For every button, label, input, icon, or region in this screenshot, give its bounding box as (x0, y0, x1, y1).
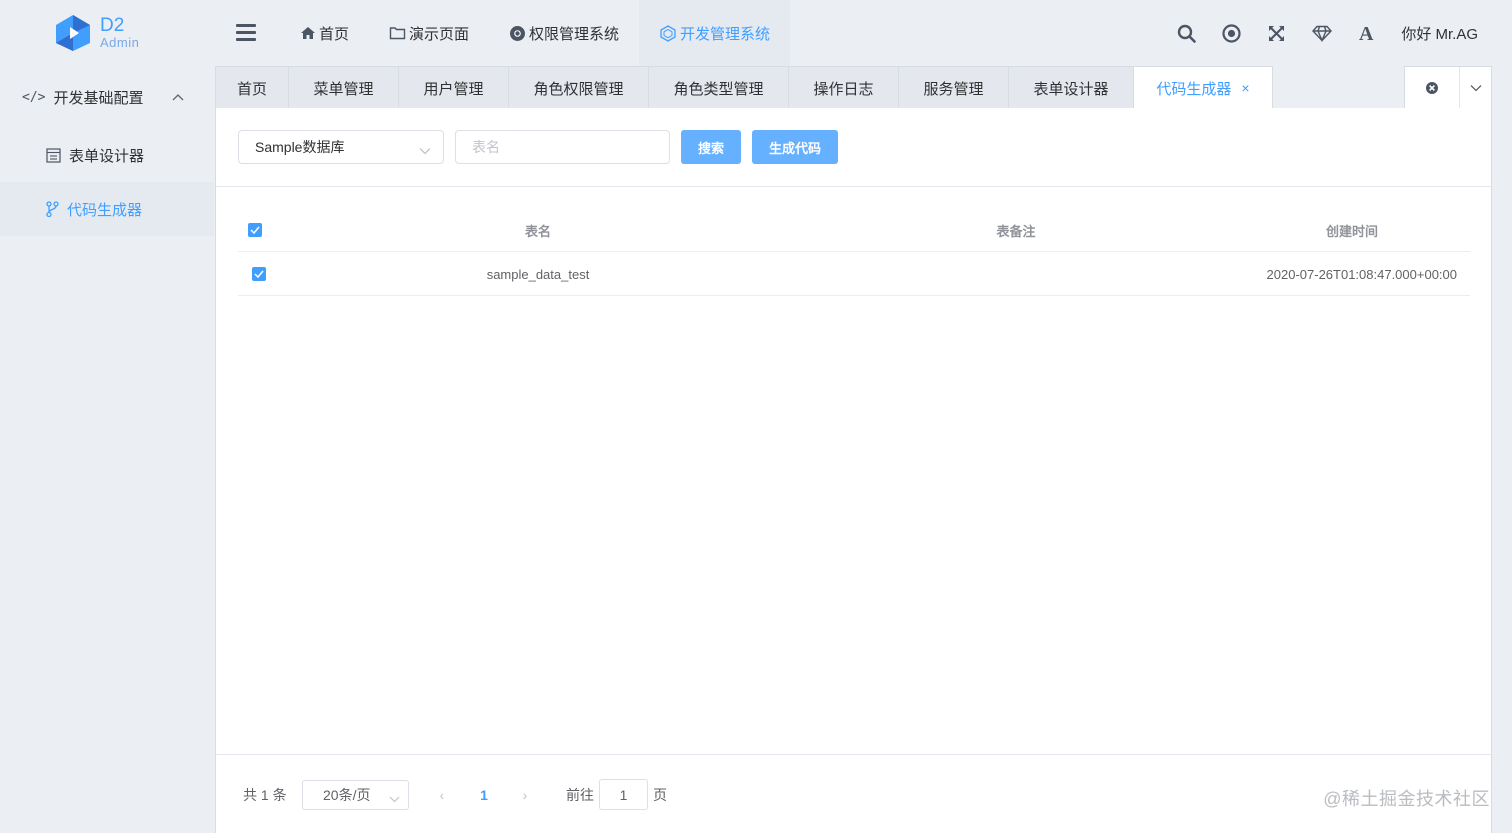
sidebar-item-label: 表单设计器 (69, 147, 145, 165)
page-size-value: 20条/页 (323, 787, 371, 803)
column-header-created[interactable]: 创建时间 (1234, 208, 1470, 252)
tab-label: 角色权限管理 (533, 80, 624, 98)
database-select-value: Sample数据库 (255, 139, 345, 155)
sidebar-item-form-designer[interactable]: 表单设计器 (0, 128, 214, 182)
select-all-checkbox[interactable] (248, 223, 262, 237)
fullscreen-icon[interactable] (1254, 0, 1299, 66)
tab-label: 菜单管理 (313, 80, 374, 98)
user-greeting[interactable]: 你好 Mr.AG (1389, 23, 1512, 44)
table-name-input[interactable] (455, 130, 670, 164)
tables-table: 表名 表备注 创建时间 sample_data_test 2020-07-26T… (238, 208, 1470, 296)
tab-close-icon[interactable]: × (1241, 80, 1249, 96)
topnav-label: 首页 (319, 25, 350, 43)
watermark-text: @稀土掘金技术社区 (1323, 789, 1490, 809)
diamond-icon[interactable] (1299, 0, 1344, 66)
brand-logo[interactable]: D2 Admin (52, 13, 162, 53)
sidebar-group-dev-config[interactable]: </> 开发基础配置 (0, 66, 214, 128)
tab-label: 服务管理 (923, 80, 984, 98)
column-header-name[interactable]: 表名 (278, 208, 798, 252)
database-select[interactable]: Sample数据库 (238, 130, 444, 164)
tab-menu-manage[interactable]: 菜单管理 (288, 66, 399, 109)
page-size-select[interactable]: 20条/页 (302, 780, 409, 810)
form-icon (46, 147, 61, 163)
home-icon (300, 26, 316, 40)
d2-logo-icon (56, 15, 90, 51)
tab-role-type[interactable]: 角色类型管理 (648, 66, 789, 109)
prev-page-button[interactable]: ‹ (432, 781, 452, 809)
tab-operation-log[interactable]: 操作日志 (788, 66, 899, 109)
topnav-item-demo[interactable]: 演示页面 (369, 0, 489, 66)
row-checkbox[interactable] (252, 267, 266, 281)
topnav-item-permission[interactable]: 权限管理系统 (489, 0, 639, 66)
tab-code-generator[interactable]: 代码生成器 × (1133, 66, 1273, 109)
folder-icon (389, 26, 406, 40)
tab-form-designer[interactable]: 表单设计器 (1008, 66, 1134, 109)
generate-code-button[interactable]: 生成代码 (752, 130, 838, 164)
chevron-down-icon (419, 142, 431, 158)
sidebar: </> 开发基础配置 表单设计器 代码生成器 (0, 66, 214, 236)
top-navigation: 首页 演示页面 权限管理系统 开发管理系统 (280, 0, 791, 66)
topnav-item-home[interactable]: 首页 (280, 0, 369, 66)
tab-label: 角色类型管理 (673, 80, 764, 98)
tab-role-permission[interactable]: 角色权限管理 (508, 66, 649, 109)
chrome-icon (509, 25, 526, 42)
font-size-icon[interactable]: A (1344, 0, 1389, 66)
brand-subtitle: Admin (100, 35, 140, 50)
pagination: 共 1 条 20条/页 ‹ 1 › 前往 页 (216, 754, 1491, 833)
column-header-remark[interactable]: 表备注 (798, 208, 1234, 252)
top-header: D2 Admin 首页 演示页面 权限管理系统 开发管理系统 A 你好 Mr.A… (0, 0, 1512, 66)
topnav-label: 开发管理系统 (680, 25, 771, 43)
record-icon[interactable] (1209, 0, 1254, 66)
topnav-item-devmanage[interactable]: 开发管理系统 (639, 0, 791, 66)
tab-user-manage[interactable]: 用户管理 (398, 66, 509, 109)
menu-toggle-icon[interactable] (236, 24, 256, 42)
sidebar-item-label: 代码生成器 (67, 201, 143, 219)
tab-label: 表单设计器 (1033, 80, 1109, 98)
chevron-down-icon[interactable] (1459, 67, 1491, 109)
topnav-label: 演示页面 (409, 25, 470, 43)
topnav-label: 权限管理系统 (529, 25, 620, 43)
tab-label: 操作日志 (813, 80, 874, 98)
table-row[interactable]: sample_data_test 2020-07-26T01:08:47.000… (238, 252, 1470, 296)
sidebar-item-code-generator[interactable]: 代码生成器 (0, 182, 214, 236)
cell-created-time: 2020-07-26T01:08:47.000+00:00 (1266, 266, 1457, 282)
brand-name: D2 (100, 15, 125, 36)
svg-text:A: A (1359, 24, 1374, 42)
tab-label: 用户管理 (423, 80, 484, 98)
next-page-button[interactable]: › (515, 781, 535, 809)
chevron-up-icon (172, 88, 184, 105)
search-icon[interactable] (1164, 0, 1209, 66)
code-icon: </> (22, 89, 46, 105)
tab-controls (1404, 66, 1492, 109)
page-tabs: 首页 菜单管理 用户管理 角色权限管理 角色类型管理 操作日志 服务管理 表单设… (215, 66, 1492, 109)
table-header-row: 表名 表备注 创建时间 (238, 208, 1470, 252)
cell-table-name: sample_data_test (486, 266, 590, 282)
search-button[interactable]: 搜索 (681, 130, 741, 164)
main-panel: Sample数据库 搜索 生成代码 表名 表备注 创建时间 (215, 108, 1492, 833)
header-toolbar: A 你好 Mr.AG (1164, 0, 1512, 66)
sidebar-group-label: 开发基础配置 (53, 89, 144, 107)
tab-label: 首页 (236, 80, 267, 98)
header-checkbox-cell (248, 208, 278, 252)
goto-label: 前往 (566, 787, 594, 803)
tab-label: 代码生成器 (1156, 80, 1232, 98)
close-tabs-icon[interactable] (1405, 67, 1459, 109)
goto-page-input[interactable] (599, 779, 648, 810)
row-checkbox-cell (248, 252, 278, 296)
cell-table-remark (798, 252, 1234, 296)
search-bar: Sample数据库 搜索 生成代码 (216, 108, 1491, 187)
chevron-down-icon (389, 790, 400, 806)
page-number-1[interactable]: 1 (474, 781, 494, 809)
hexagon-icon (659, 24, 677, 42)
tab-home[interactable]: 首页 (215, 66, 289, 109)
pagination-total: 共 1 条 (243, 787, 287, 803)
tab-service-manage[interactable]: 服务管理 (898, 66, 1009, 109)
branch-icon (46, 201, 59, 217)
page-suffix-label: 页 (653, 787, 667, 803)
